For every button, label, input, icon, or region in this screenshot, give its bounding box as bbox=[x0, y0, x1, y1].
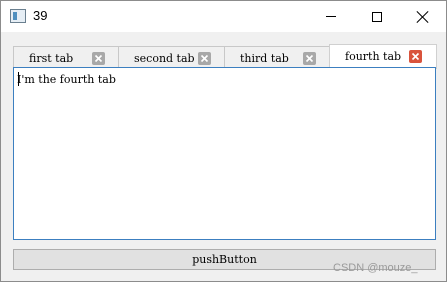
tab-third[interactable]: third tab bbox=[224, 46, 330, 68]
tab-close-icon bbox=[305, 54, 314, 63]
maximize-icon bbox=[372, 11, 382, 22]
tab-close-button[interactable] bbox=[92, 52, 105, 65]
tab-label: second tab bbox=[134, 52, 195, 65]
tab-second[interactable]: second tab bbox=[118, 46, 225, 68]
minimize-button[interactable] bbox=[308, 1, 354, 32]
minimize-icon bbox=[326, 16, 336, 17]
tab-text-edit[interactable]: I'm the fourth tab bbox=[13, 67, 436, 240]
title-bar[interactable]: 39 bbox=[1, 1, 446, 32]
tab-close-button[interactable] bbox=[303, 52, 316, 65]
tab-close-icon bbox=[94, 54, 103, 63]
maximize-button[interactable] bbox=[354, 1, 400, 32]
tab-first[interactable]: first tab bbox=[13, 46, 119, 68]
editor-text: I'm the fourth tab bbox=[17, 73, 116, 86]
tab-label: third tab bbox=[240, 52, 289, 65]
tab-label: first tab bbox=[29, 52, 74, 65]
close-icon bbox=[417, 11, 429, 23]
window-title: 39 bbox=[33, 8, 48, 23]
watermark: CSDN @mouze_ bbox=[333, 262, 418, 274]
tab-label: fourth tab bbox=[345, 50, 402, 63]
window-app-icon bbox=[10, 9, 26, 23]
tab-fourth[interactable]: fourth tab bbox=[329, 44, 437, 69]
tab-close-icon bbox=[411, 52, 420, 61]
close-button[interactable] bbox=[400, 1, 446, 32]
tab-close-button[interactable] bbox=[198, 52, 211, 65]
tab-close-button[interactable] bbox=[409, 50, 422, 63]
tab-close-icon bbox=[200, 54, 209, 63]
app-window: 39 first tab second tab third tab fourth… bbox=[0, 0, 447, 282]
